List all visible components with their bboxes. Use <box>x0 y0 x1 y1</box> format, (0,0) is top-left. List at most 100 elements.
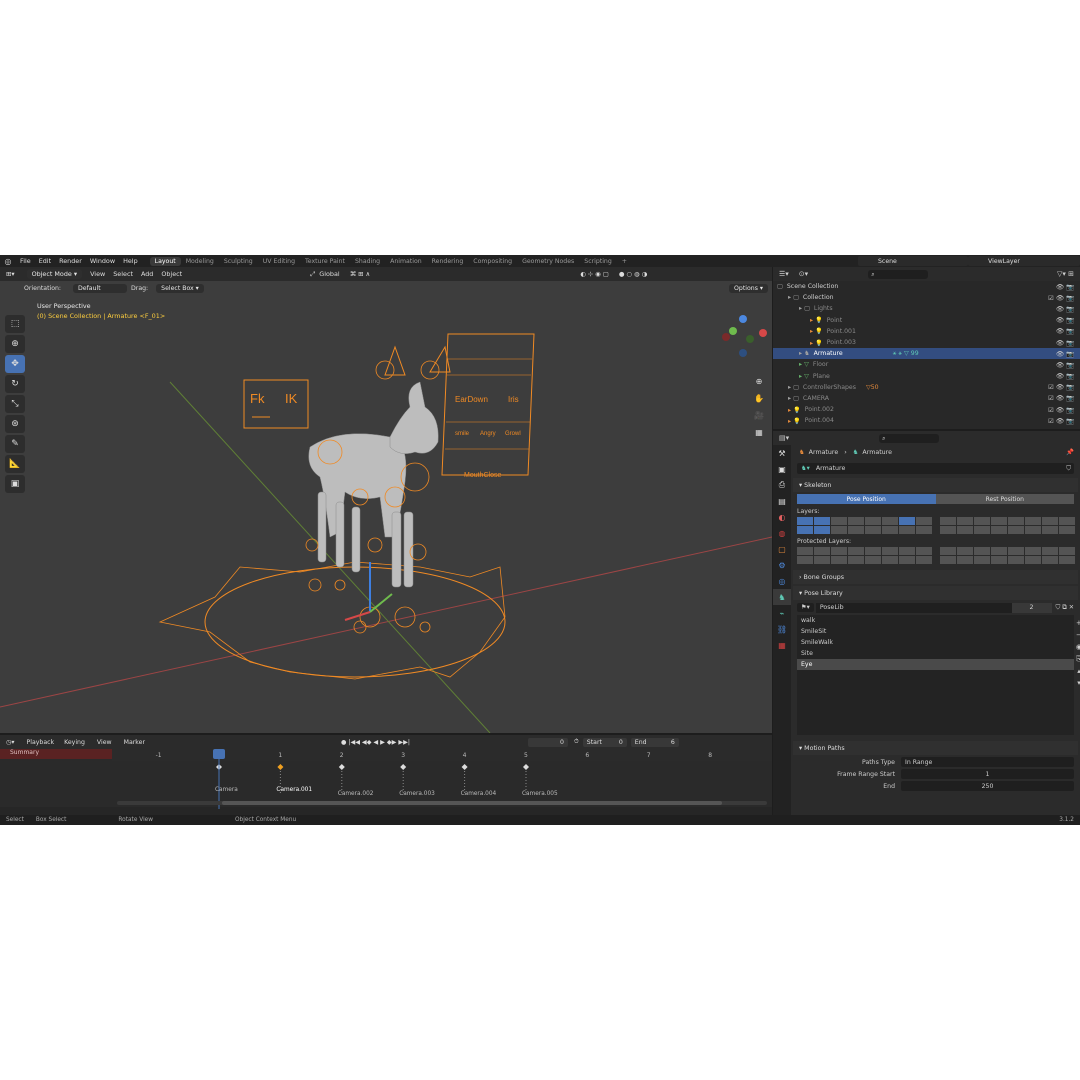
layer-toggle[interactable] <box>1008 517 1024 525</box>
layer-toggle[interactable] <box>1025 526 1041 534</box>
layer-toggle[interactable] <box>940 547 956 555</box>
poselib-users-count[interactable]: 2 <box>1011 602 1052 613</box>
layer-toggle[interactable] <box>831 526 847 534</box>
object-tab-icon[interactable]: ▢ <box>773 541 791 557</box>
pose-list-item[interactable]: SmileWalk <box>797 637 1074 648</box>
tab-scripting[interactable]: Scripting <box>579 257 617 266</box>
layer-toggle[interactable] <box>814 526 830 534</box>
preview-range-icon[interactable]: ⏱ <box>574 738 579 746</box>
keyframe-diamond[interactable] <box>277 764 284 770</box>
view-layer-selector[interactable]: ViewLayer <box>968 256 1080 266</box>
camera-view-icon[interactable]: 🎥 <box>752 411 766 425</box>
armature-datablock-field[interactable]: ♞▾ Armature ⛉ <box>797 463 1074 474</box>
motion-paths-panel-header[interactable]: ▾ Motion Paths <box>793 741 1078 755</box>
perspective-toggle-icon[interactable]: ▦ <box>752 428 766 442</box>
viewport-menu-object[interactable]: Object <box>161 270 182 278</box>
skeleton-panel-header[interactable]: ▾ Skeleton <box>793 478 1078 492</box>
mode-dropdown[interactable]: Object Mode ▾ <box>26 269 83 279</box>
keyframe-diamond[interactable] <box>400 764 407 770</box>
outliner-row[interactable]: ▸ 💡 Point.002 ☑ 👁 📷 <box>773 404 1080 415</box>
annotate-tool-icon[interactable]: ✎ <box>5 435 25 453</box>
outliner-row[interactable]: ▸ 💡 Point.001 👁 📷 <box>773 326 1080 337</box>
outliner-row[interactable]: ▸ ▢ Collection ☑ 👁 📷 <box>773 292 1080 303</box>
tab-rendering[interactable]: Rendering <box>427 257 469 266</box>
layer-toggle[interactable] <box>1059 547 1075 555</box>
outliner-row[interactable]: ▸ 💡 Point.003 👁 📷 <box>773 337 1080 348</box>
camera-marker-label[interactable]: Camera.002 <box>338 791 374 797</box>
poselib-browse-icon[interactable]: ⚑▾ <box>797 603 814 612</box>
layer-toggle[interactable] <box>991 517 1007 525</box>
layer-toggle[interactable] <box>899 547 915 555</box>
layer-toggle[interactable] <box>991 547 1007 555</box>
visibility-toggles[interactable]: 👁 📷 <box>1056 316 1074 324</box>
layer-toggle[interactable] <box>882 556 898 564</box>
poselib-actions-icons[interactable]: ⛉ ⧉ ✕ <box>1056 604 1075 612</box>
current-frame-field[interactable]: 0 <box>527 737 568 747</box>
layer-toggle[interactable] <box>899 556 915 564</box>
bone-layers-grid[interactable] <box>797 517 1075 534</box>
outliner-search-field[interactable]: ⌕ <box>868 269 929 279</box>
tab-geometry-nodes[interactable]: Geometry Nodes <box>517 257 579 266</box>
pose-position-button[interactable]: Pose Position <box>797 494 936 504</box>
layer-toggle[interactable] <box>916 547 932 555</box>
layer-toggle[interactable] <box>831 517 847 525</box>
layer-toggle[interactable] <box>1059 517 1075 525</box>
visibility-toggles[interactable]: 👁 📷 <box>1056 350 1074 358</box>
modifier-tab-icon[interactable]: ⚙ <box>773 557 791 573</box>
transform-tool-icon[interactable]: ⊛ <box>5 415 25 433</box>
scale-tool-icon[interactable]: ⤡ <box>5 395 25 413</box>
armature-data-tab-icon[interactable]: ♞ <box>773 589 791 605</box>
drag-dropdown[interactable]: Select Box ▾ <box>156 283 204 293</box>
layer-toggle[interactable] <box>865 517 881 525</box>
layer-toggle[interactable] <box>1059 526 1075 534</box>
layer-toggle[interactable] <box>916 526 932 534</box>
editor-type-icon[interactable]: ⊞▾ <box>6 270 15 278</box>
snapping-icon[interactable]: ⌘ ⊞ ∧ <box>350 270 371 278</box>
visibility-toggles[interactable]: 👁 📷 <box>1056 305 1074 313</box>
layer-toggle[interactable] <box>1025 547 1041 555</box>
layer-toggle[interactable] <box>814 547 830 555</box>
rest-position-button[interactable]: Rest Position <box>935 494 1074 504</box>
layer-toggle[interactable] <box>831 556 847 564</box>
3d-viewport[interactable]: Fk IK EarDown Iris smile Angry Growl Mou… <box>0 267 772 733</box>
layer-toggle[interactable] <box>916 556 932 564</box>
layer-toggle[interactable] <box>814 517 830 525</box>
layer-toggle[interactable] <box>974 517 990 525</box>
outliner-row[interactable]: ▸ 💡 Point 👁 📷 <box>773 315 1080 326</box>
layer-toggle[interactable] <box>991 526 1007 534</box>
measure-tool-icon[interactable]: 📐 <box>5 455 25 473</box>
timeline-editor-icon[interactable]: ◷▾ <box>6 739 15 746</box>
outliner-row[interactable]: ▸ ▢ ControllerShapes ▽50 ☑ 👁 📷 <box>773 382 1080 393</box>
tab-texture-paint[interactable]: Texture Paint <box>300 257 350 266</box>
menu-keying[interactable]: Keying <box>64 739 85 746</box>
outliner-editor-icon[interactable]: ☰▾ <box>779 270 789 278</box>
pose-list-item[interactable]: Eye <box>797 659 1074 670</box>
viewport-menu-select[interactable]: Select <box>113 270 133 278</box>
camera-marker-label[interactable]: Camera <box>215 787 238 793</box>
menu-file[interactable]: File <box>16 257 35 265</box>
layer-toggle[interactable] <box>1008 556 1024 564</box>
pin-icon[interactable]: 📌 <box>1066 448 1074 456</box>
rotate-tool-icon[interactable]: ↻ <box>5 375 25 393</box>
pose-list-item[interactable]: SmileSit <box>797 626 1074 637</box>
layer-toggle[interactable] <box>1042 526 1058 534</box>
protected-layers-left[interactable] <box>797 547 932 564</box>
layer-toggle[interactable] <box>797 526 813 534</box>
transform-orientation-icon[interactable]: ⤢ <box>310 270 315 279</box>
camera-marker-label[interactable]: Camera.001 <box>276 787 312 793</box>
menu-window[interactable]: Window <box>86 257 119 265</box>
add-cube-tool-icon[interactable]: ▣ <box>5 475 25 493</box>
visibility-toggles[interactable]: 👁 📷 <box>1056 339 1074 347</box>
layer-toggle[interactable] <box>848 517 864 525</box>
move-tool-icon[interactable]: ✥ <box>5 355 25 373</box>
layer-toggle[interactable] <box>882 517 898 525</box>
bone-layers-right[interactable] <box>940 517 1075 534</box>
camera-marker-label[interactable]: Camera.003 <box>399 791 435 797</box>
constraint-tab-icon[interactable]: ⛓ <box>773 621 791 637</box>
menu-help[interactable]: Help <box>119 257 142 265</box>
layer-toggle[interactable] <box>991 556 1007 564</box>
visibility-toggles[interactable]: 👁 📷 <box>1056 283 1074 291</box>
menu-render[interactable]: Render <box>55 257 86 265</box>
visibility-toggles[interactable]: ☑ 👁 📷 <box>1048 406 1074 414</box>
layer-toggle[interactable] <box>1042 517 1058 525</box>
